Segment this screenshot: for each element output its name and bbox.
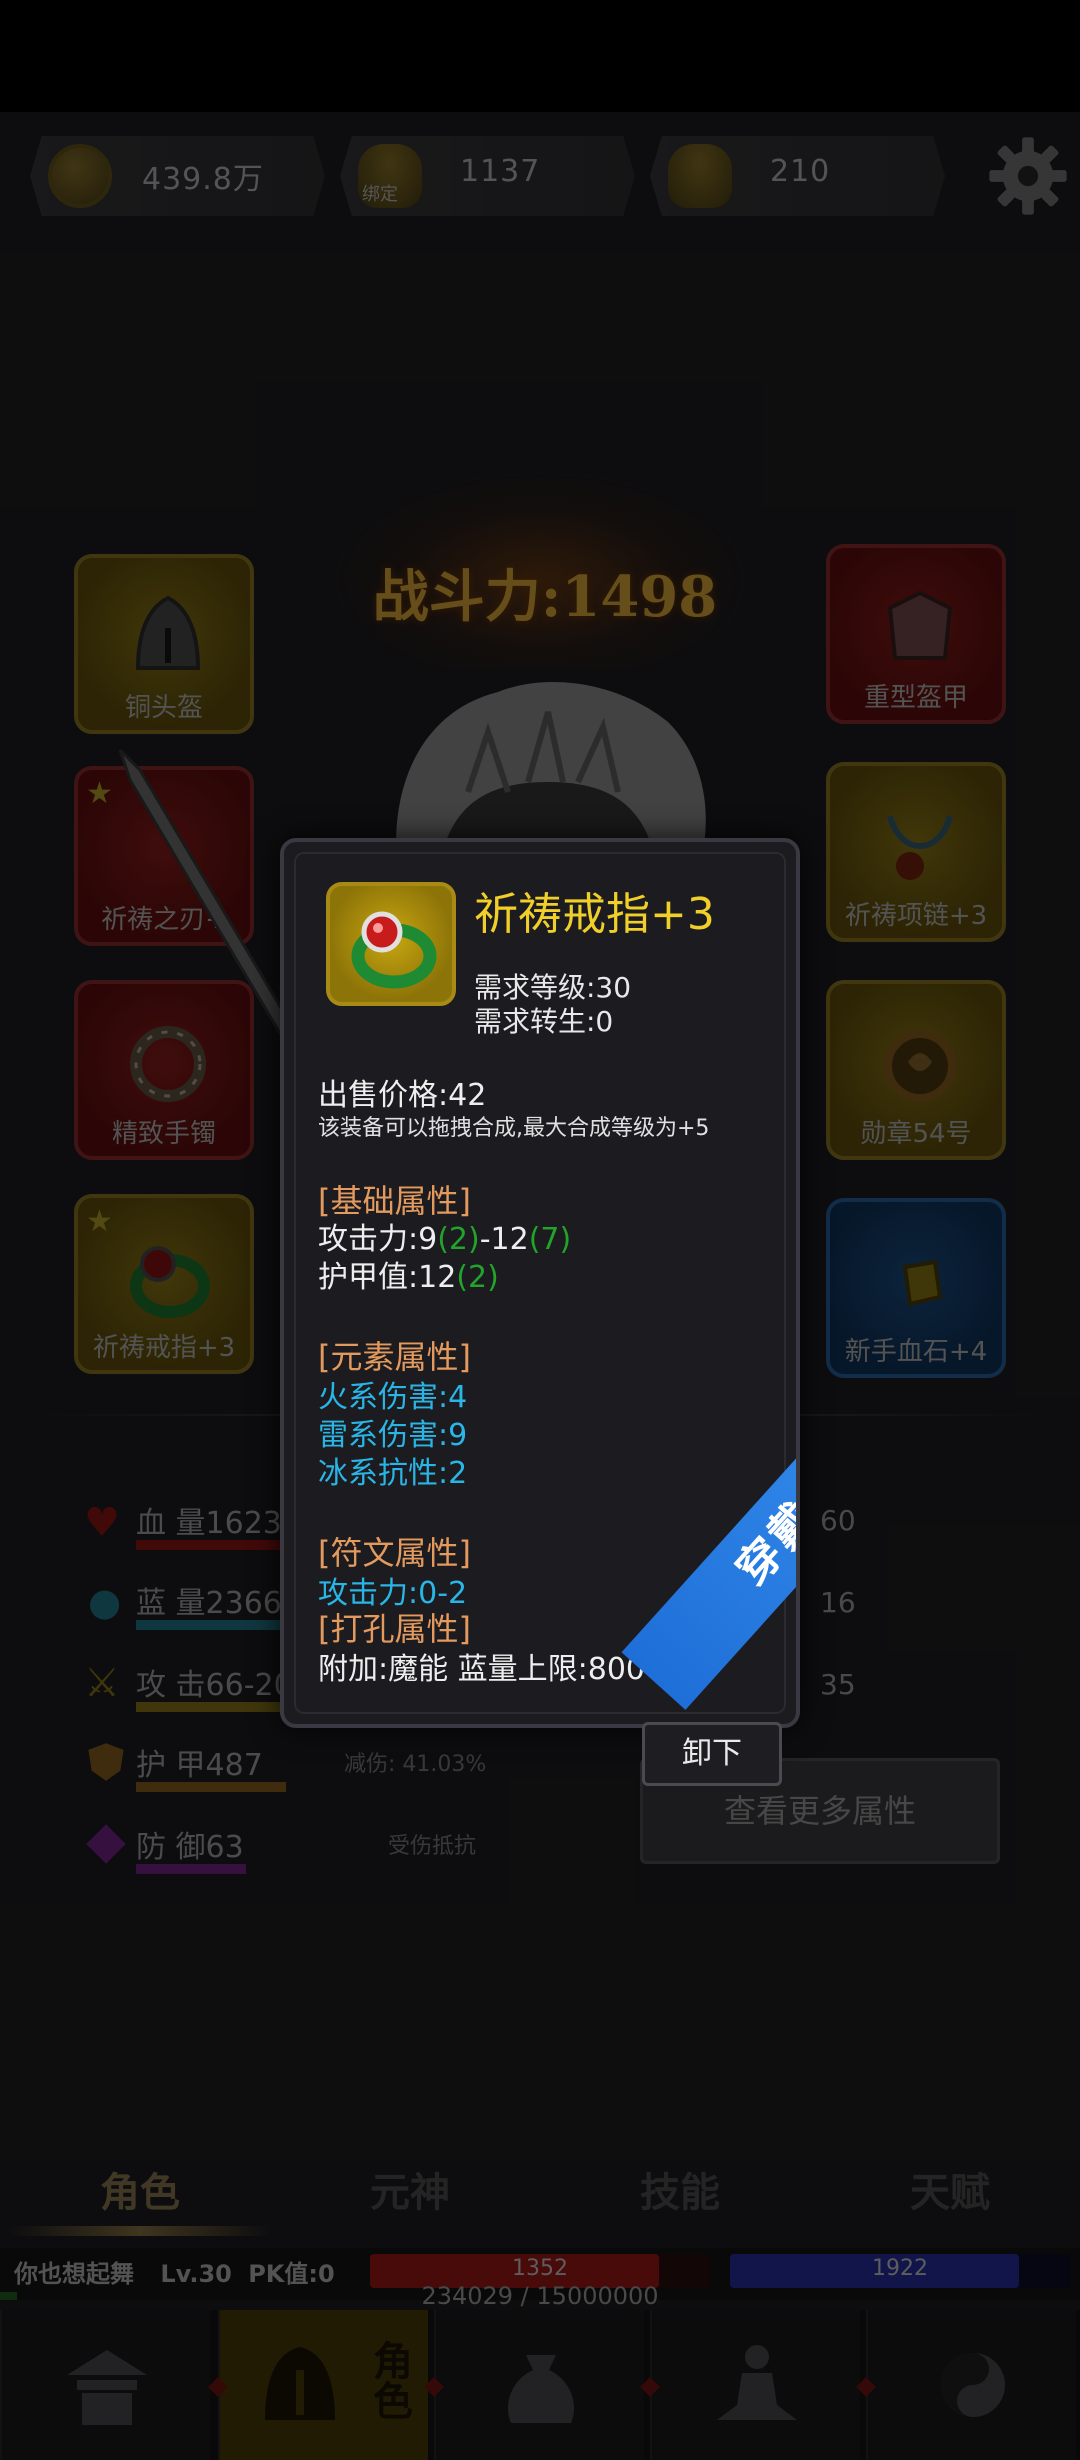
ring-icon <box>351 911 437 989</box>
item-sell-price: 出售价格:42 <box>318 1078 487 1113</box>
item-tooltip: 祈祷戒指+3 需求等级:30 需求转生:0 出售价格:42 该装备可以拖拽合成,… <box>280 838 800 1728</box>
element-ice-resist: 冰系抗性:2 <box>318 1456 468 1491</box>
game-screen: 439.8万 绑定 1137 210 战斗力:1498 铜头盔 ★ 祈祷之刃+ … <box>0 0 1080 2460</box>
item-required-rebirth: 需求转生:0 <box>474 1005 614 1038</box>
armor-bonus: (2) <box>456 1260 499 1295</box>
item-armor-line: 护甲值:12(2) <box>318 1252 499 1296</box>
armor-base: 护甲值:12 <box>318 1260 457 1295</box>
attack-max-bonus: (7) <box>528 1222 572 1257</box>
status-bar <box>0 0 1080 112</box>
item-merge-note: 该装备可以拖拽合成,最大合成等级为+5 <box>318 1116 710 1141</box>
socket-attribute: 附加:魔能 蓝量上限:800 <box>318 1652 646 1687</box>
unequip-button[interactable]: 卸下 <box>642 1722 782 1786</box>
item-icon <box>326 882 456 1006</box>
item-name: 祈祷戒指+3 <box>474 889 715 940</box>
